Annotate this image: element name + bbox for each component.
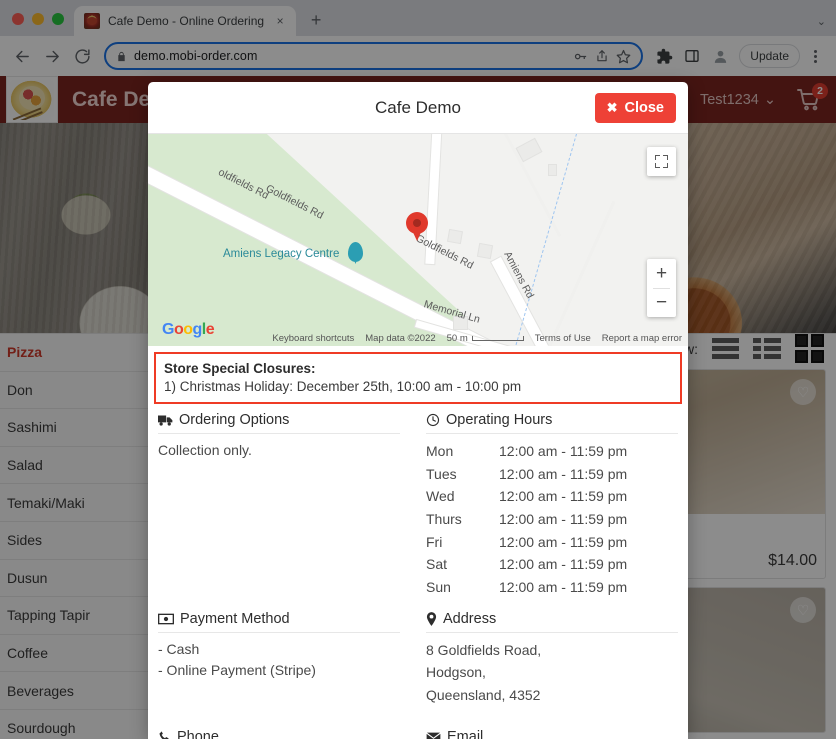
ordering-options-heading: Ordering Options xyxy=(158,412,400,434)
map-building xyxy=(548,164,557,176)
hours-row: Sun 12:00 am - 11:59 pm xyxy=(426,576,678,599)
close-button[interactable]: ✖ Close xyxy=(594,92,676,123)
map-poi-pin-icon xyxy=(348,242,363,262)
hours-row: Tues 12:00 am - 11:59 pm xyxy=(426,463,678,486)
hours-value: 12:00 am - 11:59 pm xyxy=(499,465,628,482)
map-attribution-bar: Keyboard shortcuts Map data ©2022 50 m T… xyxy=(272,333,688,344)
info-grid-bottom: Phone Email xyxy=(148,729,688,739)
map-poi-label: Amiens Legacy Centre xyxy=(223,248,340,260)
banknote-icon xyxy=(158,613,174,625)
address-line: 8 Goldfields Road, xyxy=(426,641,542,658)
hours-day: Thurs xyxy=(426,511,462,528)
special-closures-title: Store Special Closures: xyxy=(164,361,316,376)
truck-icon xyxy=(158,414,173,427)
hours-value: 12:00 am - 11:59 pm xyxy=(499,511,628,528)
map-zoom-controls: + − xyxy=(647,259,676,317)
map-scale-label: 50 m xyxy=(446,333,468,344)
hours-row: Thurs 12:00 am - 11:59 pm xyxy=(426,508,678,531)
payment-method-heading: Payment Method xyxy=(158,611,400,633)
hours-day: Fri xyxy=(426,533,443,550)
email-label: Email xyxy=(447,728,484,739)
map-zoom-in-button[interactable]: + xyxy=(647,259,676,288)
address-line: Queensland, 4352 xyxy=(426,687,541,704)
hours-row: Wed 12:00 am - 11:59 pm xyxy=(426,485,678,508)
hours-value: 12:00 am - 11:59 pm xyxy=(499,579,628,596)
hours-day: Mon xyxy=(426,443,454,459)
map-park-area xyxy=(148,134,468,346)
email-section: Email xyxy=(418,729,678,739)
hours-day: Tues xyxy=(426,465,457,482)
map-scale: 50 m xyxy=(447,333,524,344)
google-logo[interactable]: Google xyxy=(162,321,215,339)
map-fullscreen-button[interactable] xyxy=(647,147,676,176)
info-grid-middle: Payment Method - Cash - Online Payment (… xyxy=(148,611,688,707)
hours-day: Sat xyxy=(426,556,448,573)
special-closure-item: 1) Christmas Holiday: December 25th, 10:… xyxy=(164,379,522,394)
hours-value: 12:00 am - 11:59 pm xyxy=(499,556,628,573)
store-location-map[interactable]: oldfields Rd Goldfields Rd Goldfields Rd… xyxy=(148,134,688,346)
modal-header: Cafe Demo ✖ Close xyxy=(148,82,688,134)
payment-method-section: Payment Method - Cash - Online Payment (… xyxy=(158,611,418,707)
address-line: Hodgson, xyxy=(426,664,486,681)
payment-method-item: - Cash xyxy=(158,640,200,657)
address-section: Address 8 Goldfields Road, Hodgson, Quee… xyxy=(418,611,678,707)
hours-row: Fri 12:00 am - 11:59 pm xyxy=(426,531,678,554)
info-grid-top: Ordering Options Collection only. Operat… xyxy=(148,404,688,599)
phone-icon xyxy=(158,730,171,739)
map-pin-icon xyxy=(426,611,437,626)
map-keyboard-shortcuts-link[interactable]: Keyboard shortcuts xyxy=(272,333,354,344)
close-icon: ✖ xyxy=(606,99,618,115)
phone-heading: Phone xyxy=(158,729,400,739)
operating-hours-label: Operating Hours xyxy=(446,412,553,428)
map-zoom-out-button[interactable]: − xyxy=(647,289,676,318)
hours-value: 12:00 am - 11:59 pm xyxy=(499,443,628,459)
operating-hours-section: Operating Hours Mon 12:00 am - 11:59 pm … xyxy=(418,412,678,599)
map-scale-line xyxy=(471,336,524,341)
phone-section: Phone xyxy=(158,729,418,739)
hours-row: Sat 12:00 am - 11:59 pm xyxy=(426,553,678,576)
ordering-options-text: Collection only. xyxy=(158,442,252,458)
store-location-marker-icon xyxy=(406,212,428,240)
email-heading: Email xyxy=(426,729,678,739)
hours-value: 12:00 am - 11:59 pm xyxy=(499,533,628,550)
address-label: Address xyxy=(443,610,497,627)
ordering-options-section: Ordering Options Collection only. xyxy=(158,412,418,599)
map-report-error-link[interactable]: Report a map error xyxy=(602,333,682,344)
store-info-modal: Cafe Demo ✖ Close oldfields Rd Goldfield… xyxy=(148,82,688,739)
close-button-label: Close xyxy=(624,99,665,116)
hours-day: Wed xyxy=(426,488,455,505)
hours-value: 12:00 am - 11:59 pm xyxy=(499,488,628,505)
fullscreen-icon xyxy=(655,155,668,168)
map-building xyxy=(446,228,464,245)
map-data-credit: Map data ©2022 xyxy=(365,333,436,344)
ordering-options-label: Ordering Options xyxy=(179,412,290,428)
clock-icon xyxy=(426,413,440,427)
payment-method-item: - Online Payment (Stripe) xyxy=(158,662,316,679)
browser-window: Cafe Demo - Online Ordering × + ⌄ demo.m… xyxy=(0,0,836,739)
address-heading: Address xyxy=(426,611,678,633)
phone-label: Phone xyxy=(177,728,219,739)
map-terms-link[interactable]: Terms of Use xyxy=(535,333,591,344)
modal-body: oldfields Rd Goldfields Rd Goldfields Rd… xyxy=(148,134,688,739)
payment-method-label: Payment Method xyxy=(180,610,290,627)
envelope-icon xyxy=(426,731,441,739)
map-building xyxy=(476,242,494,260)
hours-day: Sun xyxy=(426,579,451,596)
operating-hours-heading: Operating Hours xyxy=(426,412,678,434)
special-closures-panel: Store Special Closures: 1) Christmas Hol… xyxy=(154,352,682,404)
hours-row: Mon 12:00 am - 11:59 pm xyxy=(426,440,678,463)
